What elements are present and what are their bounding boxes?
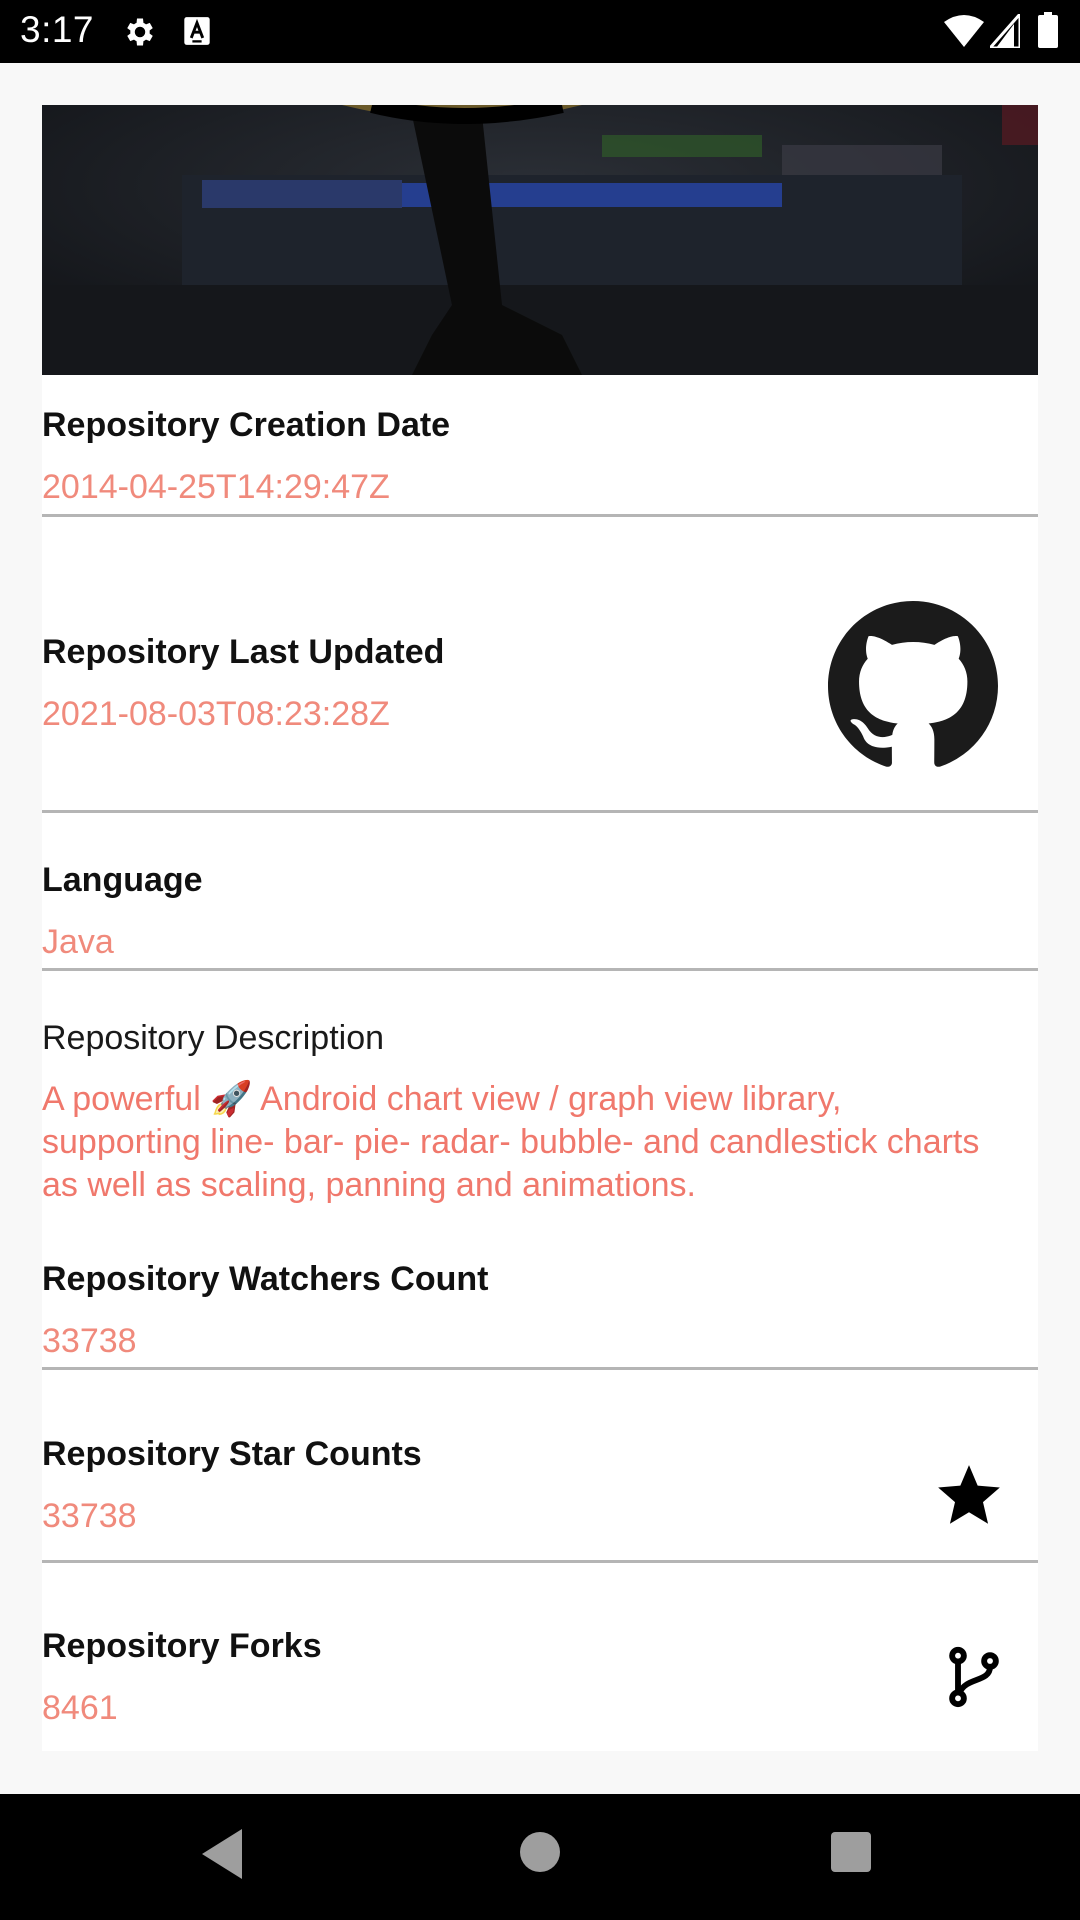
gear-icon (127, 18, 153, 46)
divider (42, 968, 1038, 971)
repository-detail-card: Repository Creation Date 2014-04-25T14:2… (42, 105, 1038, 1751)
status-bar: 3:17 (0, 0, 1080, 63)
status-time: 3:17 (20, 9, 95, 50)
divider (42, 1367, 1038, 1370)
divider (42, 1560, 1038, 1563)
battery-icon (1038, 12, 1058, 48)
stars-value: 33738 (42, 1497, 137, 1535)
recents-icon[interactable] (831, 1832, 871, 1872)
signal-icon (990, 14, 1020, 48)
fork-icon (949, 1646, 999, 1708)
watchers-label: Repository Watchers Count (42, 1260, 489, 1298)
text-a-icon (184, 17, 210, 45)
github-octocat-icon (828, 601, 998, 767)
description-value: A powerful 🚀 Android chart view / graph … (42, 1080, 980, 1204)
creation-date-label: Repository Creation Date (42, 406, 451, 444)
divider (42, 514, 1038, 517)
back-icon[interactable] (202, 1829, 248, 1879)
watchers-field: Repository Watchers Count 33738 (42, 1259, 1038, 1361)
watchers-value: 33738 (42, 1322, 137, 1360)
creation-date-value: 2014-04-25T14:29:47Z (42, 468, 390, 506)
stars-label: Repository Star Counts (42, 1435, 422, 1473)
forks-field: Repository Forks 8461 (42, 1626, 1038, 1728)
language-field: Language Java (42, 860, 1038, 962)
repository-header-image (42, 105, 1038, 375)
description-field: Repository Description A powerful 🚀 Andr… (42, 1018, 1038, 1207)
language-label: Language (42, 861, 203, 899)
language-value: Java (42, 923, 114, 961)
star-icon (938, 1465, 1000, 1524)
forks-label: Repository Forks (42, 1627, 322, 1665)
creation-date-field: Repository Creation Date 2014-04-25T14:2… (42, 405, 1038, 507)
navigation-bar (0, 1794, 1080, 1920)
divider (42, 810, 1038, 813)
stars-field: Repository Star Counts 33738 (42, 1434, 1038, 1536)
description-label: Repository Description (42, 1019, 385, 1057)
home-icon[interactable] (520, 1832, 560, 1872)
wifi-icon (944, 15, 984, 47)
forks-value: 8461 (42, 1689, 118, 1727)
